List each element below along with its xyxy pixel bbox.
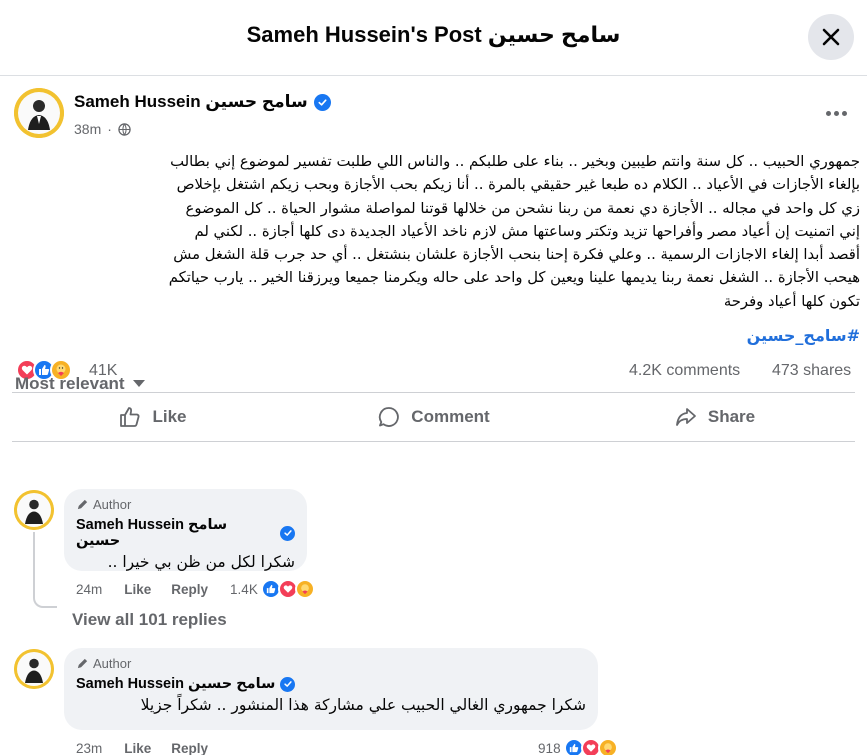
- thread-line: [33, 532, 35, 596]
- post-text-line: أقصد أبدا إلغاء الاجازات الرسمية .. وعلي…: [173, 246, 860, 264]
- comment-sort-dropdown[interactable]: Most relevant: [15, 374, 145, 394]
- comment-actions: 24m Like Reply 1.4K: [76, 579, 315, 599]
- post-meta: 38m ·: [74, 121, 131, 137]
- post-text-line: تكون كلها أعياد وفرحة: [723, 292, 860, 310]
- comment-reply-button[interactable]: Reply: [171, 741, 208, 755]
- comment-time[interactable]: 24m: [76, 582, 102, 597]
- comment-reply-button[interactable]: Reply: [171, 582, 208, 597]
- hashtag-link[interactable]: #سامح_حسين: [720, 326, 860, 345]
- view-replies-link[interactable]: View all 101 replies: [72, 610, 227, 630]
- globe-icon: [118, 122, 131, 136]
- comment-like-button[interactable]: Like: [124, 582, 151, 597]
- post-text: جمهوري الحبيب .. كل سنة وانتم طيبين وبخي…: [12, 150, 860, 313]
- profile-photo: [14, 490, 54, 530]
- comment-avatar[interactable]: [14, 490, 54, 530]
- comment-like-button[interactable]: Like: [124, 741, 151, 755]
- comment-reaction-count: 918: [538, 740, 561, 755]
- author-badge-label: Author: [93, 497, 132, 512]
- comment-text: شكرا جمهوري الغالي الحبيب علي مشاركة هذا…: [140, 696, 586, 714]
- post-action-bar: Like Comment Share: [12, 392, 855, 442]
- like-icon: [120, 407, 140, 427]
- author-badge: Author: [76, 656, 586, 671]
- close-button[interactable]: [808, 14, 854, 60]
- comment-reaction-count: 1.4K: [230, 581, 258, 597]
- verified-badge-icon: [280, 676, 296, 692]
- shares-count[interactable]: 473 shares: [772, 362, 851, 380]
- comment-label: Comment: [411, 407, 490, 426]
- more-dot: [825, 110, 831, 116]
- dot-separator: ·: [107, 121, 112, 137]
- comment-text: شكرا لكل من ظن بي خيرا ..: [107, 553, 295, 571]
- comment-reactions[interactable]: 918: [538, 738, 618, 755]
- pencil-icon: [77, 658, 88, 669]
- post-text-line: بإلغاء الأجازات في الأعياد .. الكلام ده …: [176, 176, 860, 194]
- care-reaction-icon: [597, 738, 618, 755]
- comment-button[interactable]: Comment: [293, 393, 574, 441]
- comment-reactions[interactable]: 1.4K: [230, 579, 315, 599]
- author-badge: Author: [76, 497, 295, 512]
- caret-down-icon: [132, 380, 145, 387]
- modal-header: Sameh Hussein's Post سامح حسين: [0, 0, 867, 76]
- post-author[interactable]: Sameh Hussein سامح حسين: [74, 92, 331, 112]
- comment-icon: [379, 407, 400, 427]
- like-label: Like: [152, 407, 187, 426]
- share-icon: [675, 408, 696, 426]
- more-dot: [841, 110, 847, 116]
- comments-count[interactable]: 4.2K comments: [629, 362, 740, 380]
- comment-author-name[interactable]: Sameh Hussein سامح حسين: [76, 676, 275, 692]
- thread-connector: [33, 596, 57, 608]
- post-text-line: زي كل واحد في مجاله .. الأجازة دي نعمة م…: [185, 199, 860, 217]
- verified-badge-icon: [280, 525, 295, 541]
- verified-badge-icon: [313, 93, 331, 111]
- author-badge-label: Author: [93, 656, 132, 671]
- avatar[interactable]: [14, 88, 64, 138]
- post-author-name[interactable]: Sameh Hussein سامح حسين: [74, 92, 308, 112]
- close-icon: [822, 28, 840, 46]
- post-time[interactable]: 38m: [74, 121, 101, 137]
- care-reaction-icon: [294, 579, 315, 599]
- comment-avatar[interactable]: [14, 649, 54, 689]
- more-options-button[interactable]: [816, 101, 856, 125]
- sort-label: Most relevant: [15, 374, 125, 393]
- modal-title: Sameh Hussein's Post سامح حسين: [246, 22, 621, 47]
- comment-actions: 23m Like Reply 918: [76, 738, 618, 755]
- like-button[interactable]: Like: [12, 393, 293, 441]
- pencil-icon: [77, 499, 88, 510]
- comment-bubble: Author Sameh Hussein سامح حسين شكرا جمهو…: [64, 648, 598, 730]
- profile-photo: [14, 88, 64, 138]
- post-text-line: إني اتمنيت إن أعياد مصر وأفراحها تزيد وت…: [194, 222, 860, 240]
- post-text-line: جمهوري الحبيب .. كل سنة وانتم طيبين وبخي…: [170, 153, 860, 170]
- more-dot: [833, 110, 839, 116]
- comment-bubble: Author Sameh Hussein سامح حسين شكرا لكل …: [64, 489, 307, 571]
- post-text-line: هيحب الأجازة .. الشغل نعمة ربنا يديمها ع…: [168, 269, 860, 287]
- profile-photo: [14, 649, 54, 689]
- comment-author-name[interactable]: Sameh Hussein سامح حسين: [76, 517, 275, 549]
- comment-author[interactable]: Sameh Hussein سامح حسين: [76, 676, 586, 692]
- comment-author[interactable]: Sameh Hussein سامح حسين: [76, 517, 295, 549]
- comment-time[interactable]: 23m: [76, 741, 102, 755]
- share-label: Share: [707, 407, 756, 426]
- share-button[interactable]: Share: [574, 393, 855, 441]
